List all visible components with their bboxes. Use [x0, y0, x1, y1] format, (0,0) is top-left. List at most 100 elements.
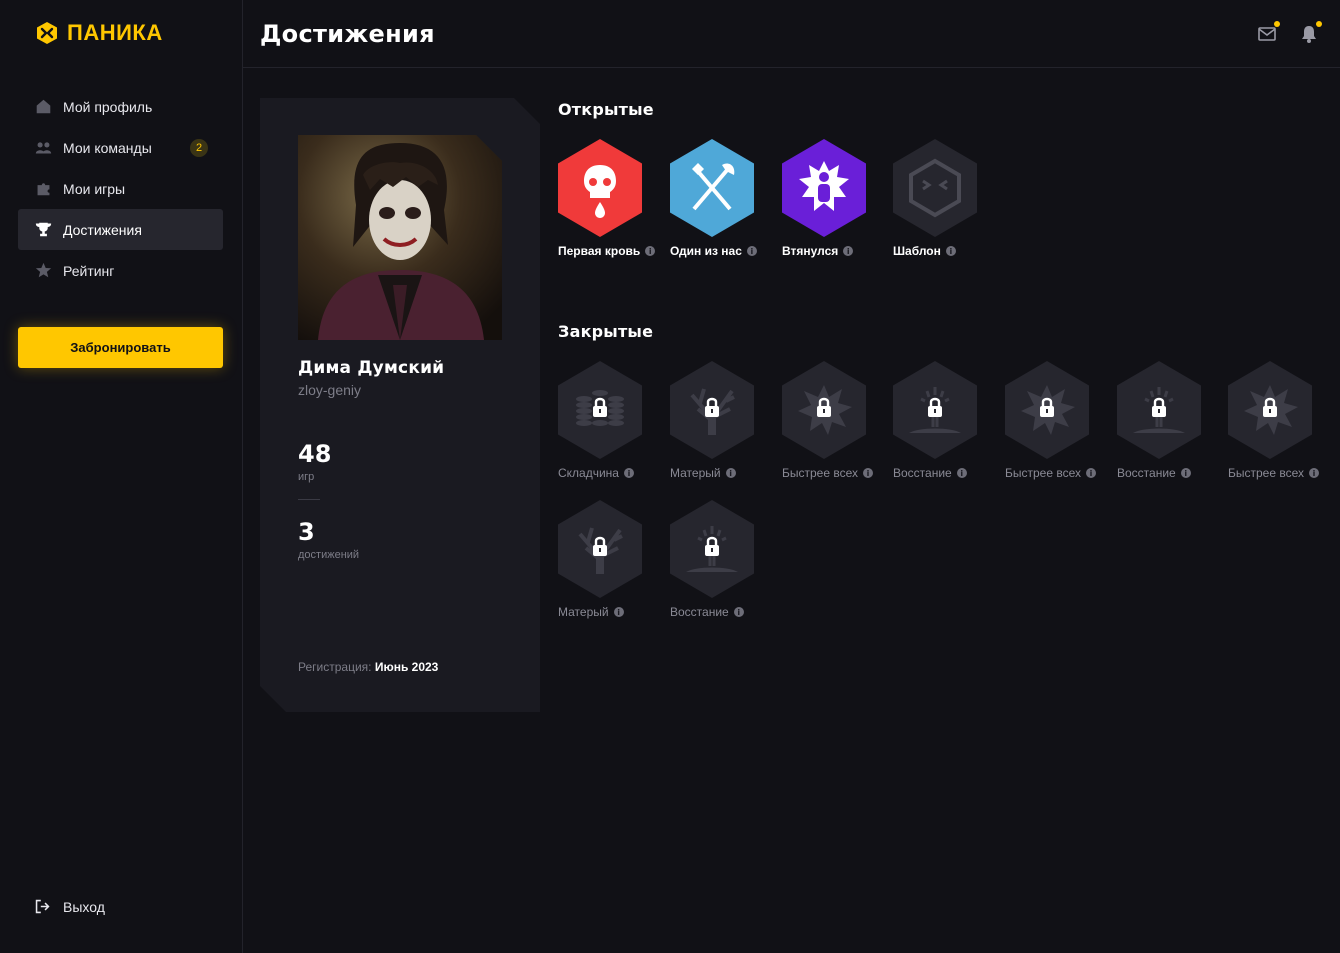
achievement-locked[interactable]: Восстание i: [670, 500, 770, 630]
person-burst-icon: [782, 139, 866, 237]
stats-divider: [298, 499, 320, 500]
achievement-locked[interactable]: Быстрее всех i: [782, 361, 882, 491]
trophy-icon: [34, 221, 52, 239]
bell-icon: [1302, 26, 1316, 43]
achievement-locked[interactable]: Восстание i: [893, 361, 993, 491]
sidebar-nav: Мой профиль Мои команды 2 Мои игры Дости…: [18, 86, 223, 291]
games-count: 48: [298, 440, 332, 468]
achievement-label: Матерый: [670, 466, 721, 480]
achievement-label: Быстрее всех: [1005, 466, 1082, 480]
mail-unread-dot: [1274, 21, 1280, 27]
info-icon[interactable]: i: [725, 468, 736, 478]
registration-info: Регистрация: Июнь 2023: [298, 660, 438, 674]
page-title: Достижения: [260, 20, 435, 48]
logout-icon: [35, 899, 50, 914]
achievement-label: Один из нас: [670, 244, 742, 258]
achievement-label: Быстрее всех: [782, 466, 859, 480]
rise-lock-icon: [1117, 361, 1201, 459]
coins-lock-icon: [558, 361, 642, 459]
closed-section-title: Закрытые: [558, 322, 654, 341]
achievement-label: Складчина: [558, 466, 619, 480]
games-label: игр: [298, 471, 315, 483]
info-icon[interactable]: i: [945, 246, 956, 256]
skull-icon: [558, 139, 642, 237]
achievement-label: Первая кровь: [558, 244, 641, 258]
profile-login: zloy-geniy: [298, 382, 362, 398]
achievement-open[interactable]: Шаблон i: [893, 139, 993, 269]
achievement-label: Шаблон: [893, 244, 941, 258]
logout-label: Выход: [63, 898, 105, 915]
achievements-count: 3: [298, 518, 315, 546]
info-icon[interactable]: i: [645, 246, 656, 256]
achievement-locked[interactable]: Восстание i: [1117, 361, 1217, 491]
achievement-locked[interactable]: Матерый i: [558, 500, 658, 630]
info-icon[interactable]: i: [613, 607, 624, 617]
rise-lock-icon: [670, 500, 754, 598]
avatar[interactable]: [298, 135, 502, 340]
top-header: Достижения: [243, 0, 1340, 68]
sidebar-item-rating[interactable]: Рейтинг: [18, 250, 223, 291]
sidebar-item-achievements[interactable]: Достижения: [18, 209, 223, 250]
home-icon: [34, 98, 52, 116]
star-icon: [34, 262, 52, 280]
achievement-locked[interactable]: Быстрее всех i: [1228, 361, 1328, 491]
open-section-title: Открытые: [558, 100, 654, 119]
burst-lock-icon: [1228, 361, 1312, 459]
book-button[interactable]: Забронировать: [18, 327, 223, 368]
achievement-open[interactable]: Один из нас i: [670, 139, 770, 269]
info-icon[interactable]: i: [623, 468, 634, 478]
sidebar-item-label: Мои игры: [63, 180, 126, 197]
achievement-locked[interactable]: Матерый i: [670, 361, 770, 491]
achievement-label: Матерый: [558, 605, 609, 619]
sidebar-item-profile[interactable]: Мой профиль: [18, 86, 223, 127]
achievements-label: достижений: [298, 549, 360, 561]
achievement-label: Восстание: [1117, 466, 1176, 480]
team-icon: [34, 139, 52, 157]
info-icon[interactable]: i: [1309, 468, 1320, 478]
burst-lock-icon: [782, 361, 866, 459]
sidebar-item-teams[interactable]: Мои команды 2: [18, 127, 223, 168]
profile-card: Дима Думский zloy-geniy 48 игр 3 достиже…: [260, 98, 540, 712]
logo-icon: [37, 22, 57, 44]
achievement-label: Быстрее всех: [1228, 466, 1305, 480]
info-icon[interactable]: i: [956, 468, 967, 478]
notifications-button[interactable]: [1299, 21, 1322, 44]
template-face-icon: [893, 139, 977, 237]
burst-lock-icon: [1005, 361, 1089, 459]
notification-dot: [1316, 21, 1322, 27]
achievement-label: Втянулся: [782, 244, 839, 258]
avatar-image: [298, 135, 502, 340]
registration-label: Регистрация:: [298, 660, 372, 674]
sidebar-item-games[interactable]: Мои игры: [18, 168, 223, 209]
tree-lock-icon: [670, 361, 754, 459]
puzzle-icon: [34, 180, 52, 198]
mail-icon: [1258, 27, 1276, 41]
crossed-weapons-icon: [670, 139, 754, 237]
achievement-label: Восстание: [670, 605, 729, 619]
sidebar-item-label: Достижения: [63, 221, 142, 238]
info-icon[interactable]: i: [843, 246, 854, 256]
registration-date: Июнь 2023: [374, 660, 439, 674]
info-icon[interactable]: i: [863, 468, 874, 478]
info-icon[interactable]: i: [1086, 468, 1097, 478]
sidebar-item-label: Рейтинг: [63, 262, 115, 279]
rise-lock-icon: [893, 361, 977, 459]
achievement-open[interactable]: Втянулся i: [782, 139, 882, 269]
brand-logo[interactable]: ПАНИКА: [35, 20, 163, 46]
achievement-locked[interactable]: Складчина i: [558, 361, 658, 491]
logout-button[interactable]: Выход: [34, 898, 105, 915]
brand-name: ПАНИКА: [67, 20, 163, 45]
achievement-locked[interactable]: Быстрее всех i: [1005, 361, 1105, 491]
mail-button[interactable]: [1257, 21, 1280, 44]
info-icon[interactable]: i: [733, 607, 744, 617]
info-icon[interactable]: i: [1180, 468, 1191, 478]
sidebar: ПАНИКА Мой профиль Мои команды 2 Мои игр…: [0, 0, 243, 953]
profile-name: Дима Думский: [298, 358, 445, 378]
info-icon[interactable]: i: [746, 246, 757, 256]
achievement-label: Восстание: [893, 466, 952, 480]
tree-lock-icon: [558, 500, 642, 598]
sidebar-item-label: Мой профиль: [63, 98, 153, 115]
sidebar-item-label: Мои команды: [63, 139, 152, 156]
achievement-open[interactable]: Первая кровь i: [558, 139, 658, 269]
teams-count-badge: 2: [190, 138, 208, 157]
